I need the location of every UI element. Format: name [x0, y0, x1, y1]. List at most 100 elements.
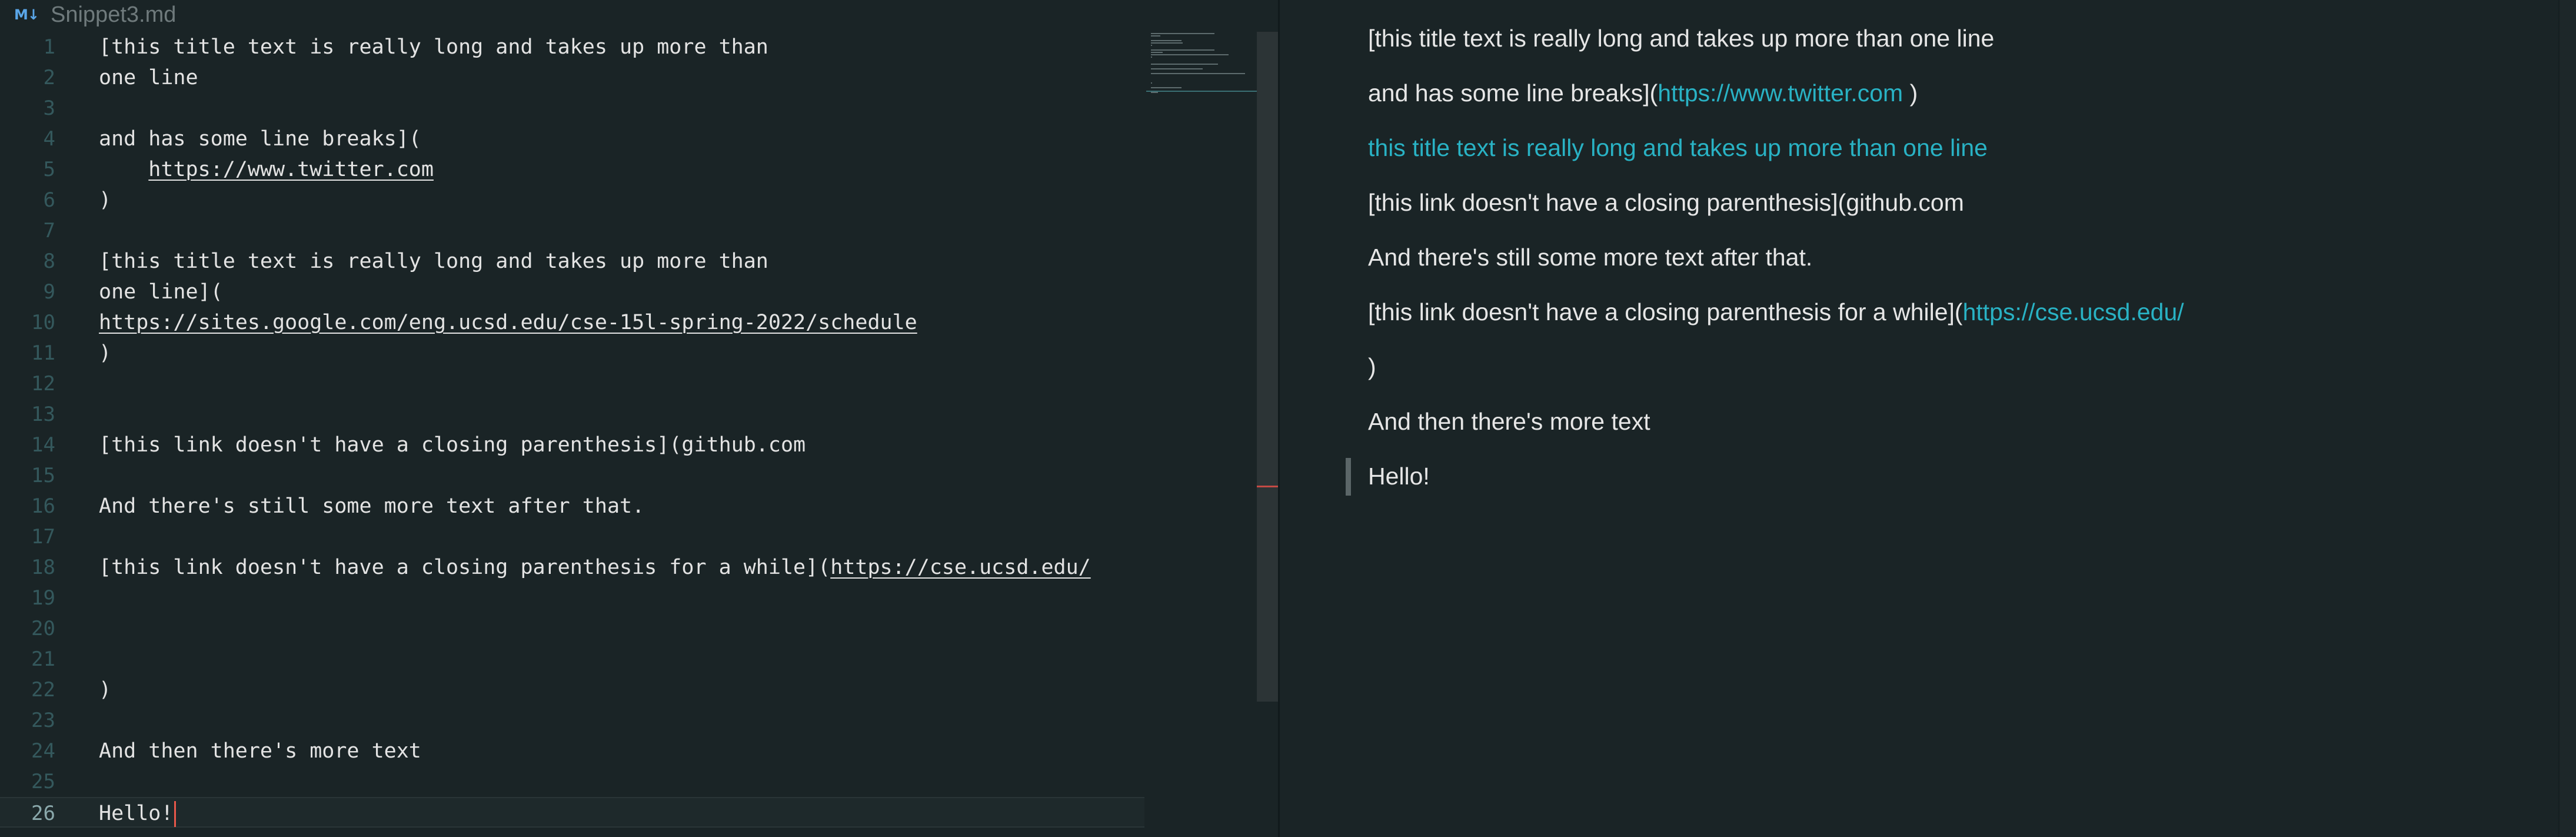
code-line[interactable]: 4 and has some line breaks]( — [0, 124, 1144, 154]
code-line[interactable]: 18 [this link doesn't have a closing pare… — [0, 552, 1144, 583]
code-line[interactable]: 15 — [0, 460, 1144, 491]
preview-paragraph: and has some line breaks](https://www.tw… — [1368, 79, 1918, 107]
line-number: 3 — [43, 97, 55, 120]
minimap-line — [1151, 49, 1214, 51]
code-line[interactable]: 5 https://www.twitter.com — [0, 154, 1144, 185]
minimap[interactable] — [1146, 31, 1257, 95]
preview-paragraph: [this title text is really long and take… — [1368, 25, 1995, 52]
code-line[interactable]: 17 — [0, 522, 1144, 552]
code-text[interactable]: And there's still some more text after t… — [99, 491, 644, 522]
code-line[interactable]: 8 [this title text is really long and tak… — [0, 246, 1144, 277]
code-line[interactable]: 1 [this title text is really long and tak… — [0, 32, 1144, 62]
line-number: 16 — [31, 494, 55, 518]
line-number: 20 — [31, 617, 55, 640]
line-number: 22 — [31, 678, 55, 702]
minimap-line — [1151, 64, 1218, 65]
code-url[interactable]: https://www.twitter.com — [148, 158, 434, 181]
preview-link[interactable]: https://www.twitter.com — [1658, 79, 1903, 107]
line-number: 2 — [43, 66, 55, 89]
preview-link[interactable]: this title text is really long and takes… — [1368, 134, 1988, 161]
markdown-icon: M↓ — [14, 6, 39, 23]
code-text[interactable]: Hello! — [99, 798, 177, 829]
code-line[interactable]: 23 — [0, 705, 1144, 736]
minimap-line — [1151, 68, 1203, 69]
code-line[interactable]: 11) — [0, 338, 1144, 368]
code-line[interactable]: 24 And then there's more text — [0, 736, 1144, 766]
code-line[interactable]: 13 — [0, 399, 1144, 430]
preview-scrollbar[interactable] — [2558, 0, 2576, 837]
editor-scrollbar[interactable] — [1257, 32, 1278, 702]
line-number: 8 — [43, 250, 55, 273]
code-text[interactable]: one line]( — [99, 277, 223, 307]
line-number: 15 — [31, 464, 55, 487]
preview-paragraph: ) — [1368, 353, 1376, 380]
line-number: 26 — [31, 802, 55, 825]
preview-blockquote: Hello! — [1368, 463, 1430, 490]
code-text[interactable]: And then there's more text — [99, 736, 421, 766]
blockquote-bar — [1346, 458, 1351, 496]
code-line[interactable]: 7 — [0, 215, 1144, 246]
line-number: 9 — [43, 280, 55, 304]
code-line[interactable]: 25 — [0, 766, 1144, 797]
code-text[interactable]: ) — [99, 185, 111, 215]
minimap-line — [1151, 92, 1158, 93]
line-number: 25 — [31, 770, 55, 793]
preview-pane[interactable]: [this title text is really long and take… — [1280, 0, 2576, 837]
code-area[interactable]: 1 [this title text is really long and tak… — [0, 32, 1144, 828]
preview-paragraph: [this link doesn't have a closing parent… — [1368, 189, 1964, 216]
code-text[interactable]: one line — [99, 62, 198, 93]
minimap-line — [1151, 73, 1245, 74]
code-text[interactable]: ) — [99, 675, 111, 705]
code-text[interactable]: https://www.twitter.com — [99, 154, 434, 185]
line-number: 24 — [31, 739, 55, 763]
code-url[interactable]: https://cse.ucsd.edu/ — [830, 556, 1091, 579]
minimap-viewport[interactable] — [1146, 91, 1257, 92]
code-line[interactable]: 21 — [0, 644, 1144, 675]
minimap-line — [1151, 35, 1160, 36]
line-number: 17 — [31, 525, 55, 549]
code-text[interactable]: https://sites.google.com/eng.ucsd.edu/cs… — [99, 307, 917, 338]
code-text[interactable]: [this link doesn't have a closing parent… — [99, 430, 806, 460]
code-url[interactable]: https://sites.google.com/eng.ucsd.edu/cs… — [99, 311, 917, 334]
code-line[interactable]: 6) — [0, 185, 1144, 215]
code-line-current[interactable]: 26 Hello! — [0, 797, 1144, 828]
code-line[interactable]: 14 [this link doesn't have a closing pare… — [0, 430, 1144, 460]
minimap-line — [1151, 57, 1152, 58]
code-text[interactable]: and has some line breaks]( — [99, 124, 421, 154]
minimap-line — [1151, 52, 1163, 53]
tab-title[interactable]: Snippet3.md — [51, 2, 176, 28]
line-number: 11 — [31, 341, 55, 365]
line-number: 6 — [43, 188, 55, 212]
line-number: 1 — [43, 35, 55, 59]
code-text[interactable]: [this title text is really long and take… — [99, 246, 768, 277]
line-number: 7 — [43, 219, 55, 243]
code-line[interactable]: 20 — [0, 613, 1144, 644]
minimap-line — [1151, 82, 1152, 84]
code-text[interactable]: [this link doesn't have a closing parent… — [99, 552, 1091, 583]
preview-paragraph: this title text is really long and takes… — [1368, 133, 1988, 162]
minimap-line — [1151, 54, 1229, 55]
minimap-line — [1151, 42, 1183, 44]
editor-pane[interactable]: M↓ Snippet3.md 1 [this title text is real… — [0, 0, 1278, 837]
preview-paragraph: And there's still some more text after t… — [1368, 244, 1813, 271]
code-text[interactable]: ) — [99, 338, 111, 368]
code-line[interactable]: 10 https://sites.google.com/eng.ucsd.edu/… — [0, 307, 1144, 338]
code-line[interactable]: 22) — [0, 675, 1144, 705]
code-line[interactable]: 16 And there's still some more text after… — [0, 491, 1144, 522]
code-line[interactable]: 2 one line — [0, 62, 1144, 93]
text-caret — [174, 801, 177, 827]
minimap-line — [1151, 87, 1182, 88]
line-number: 13 — [31, 403, 55, 426]
code-line[interactable]: 19 — [0, 583, 1144, 613]
line-number: 5 — [43, 158, 55, 181]
minimap-line — [1151, 33, 1214, 34]
code-line[interactable]: 9 one line]( — [0, 277, 1144, 307]
code-line[interactable]: 12 — [0, 368, 1144, 399]
code-text[interactable]: [this title text is really long and take… — [99, 32, 768, 62]
line-number: 21 — [31, 647, 55, 671]
line-number: 10 — [31, 311, 55, 334]
preview-link[interactable]: https://cse.ucsd.edu/ — [1963, 298, 2184, 326]
tab-bar: M↓ Snippet3.md — [0, 0, 706, 29]
scrollbar-cursor-marker — [1257, 486, 1278, 487]
code-line[interactable]: 3 — [0, 93, 1144, 124]
